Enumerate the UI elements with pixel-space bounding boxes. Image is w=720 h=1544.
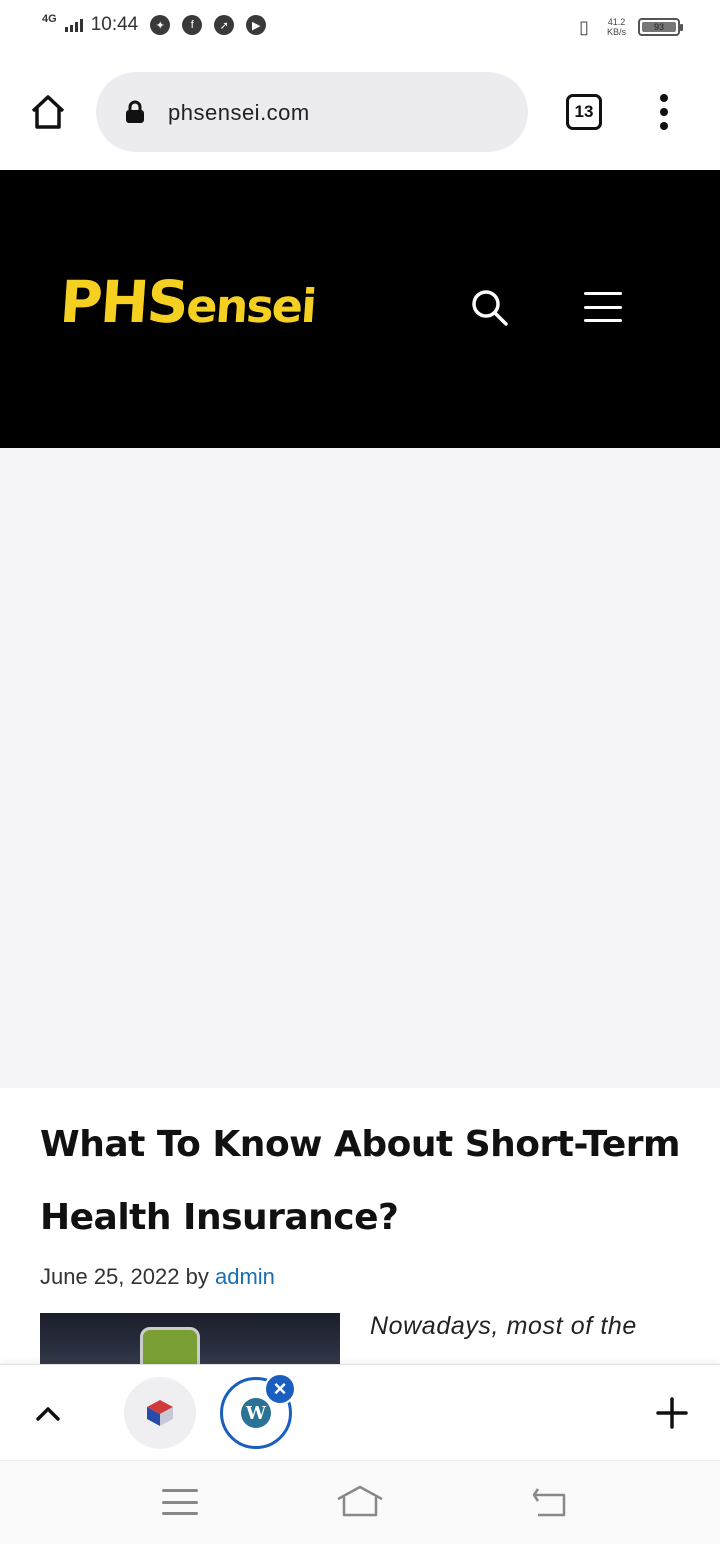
article-title[interactable]: What To Know About Short-Term Health Ins… <box>40 1108 690 1254</box>
messenger-icon: ✦ <box>150 15 171 35</box>
site-search-button[interactable] <box>468 286 510 328</box>
site-logo[interactable]: PHSensei <box>58 268 318 336</box>
search-icon <box>472 290 508 326</box>
tab-thumbnail-1[interactable] <box>124 1377 196 1449</box>
status-right: ▯ 41.2 KB/s 93 <box>573 16 683 38</box>
logo-tail: ensei <box>184 279 317 333</box>
recent-apps-button[interactable] <box>162 1489 198 1515</box>
battery-level: 93 <box>642 22 676 32</box>
tab-strip: W × <box>0 1364 720 1460</box>
logo-main: PHS <box>57 268 190 336</box>
article-date: June 25, 2022 <box>40 1264 180 1289</box>
menu-line <box>162 1489 198 1492</box>
dot-icon <box>660 122 668 130</box>
author-link[interactable]: admin <box>215 1264 275 1289</box>
browser-screen: 4G 10:44 ✦ f ➚ ▶ ▯ 41.2 KB/s 93 phsensei… <box>0 0 720 1544</box>
ad-placeholder <box>0 448 720 1088</box>
youtube-icon: ▶ <box>246 15 267 35</box>
dot-icon <box>660 108 668 116</box>
facebook-icon: f <box>182 15 203 35</box>
menu-line <box>162 1500 198 1504</box>
clock: 10:44 <box>90 14 139 35</box>
menu-line <box>162 1512 198 1515</box>
url-text: phsensei.com <box>168 100 310 125</box>
site-header: PHSensei <box>0 170 720 448</box>
home-button[interactable] <box>28 92 68 132</box>
dot-icon <box>660 94 668 102</box>
vibrate-icon: ▯ <box>579 17 589 37</box>
lock-icon <box>126 100 144 123</box>
article-thumbnail[interactable] <box>40 1313 340 1364</box>
speed-unit: KB/s <box>606 27 626 37</box>
new-tab-icon[interactable] <box>652 1393 692 1433</box>
wordpress-icon: W <box>241 1398 271 1428</box>
tab-switcher-button[interactable]: 13 <box>566 94 602 130</box>
signal-icon <box>64 18 83 32</box>
overflow-menu-button[interactable] <box>654 94 674 130</box>
compass-icon: ➚ <box>214 15 235 35</box>
hamburger-line <box>584 305 622 309</box>
article-excerpt: Nowadays, most of the <box>370 1312 637 1340</box>
browser-toolbar: phsensei.com 13 <box>0 60 720 170</box>
battery-icon: 93 <box>638 18 683 36</box>
hamburger-line <box>584 292 622 295</box>
cube-logo-icon <box>147 1400 173 1426</box>
network-type: 4G <box>42 13 57 25</box>
home-icon <box>31 95 65 129</box>
address-bar[interactable]: phsensei.com <box>96 72 528 152</box>
status-left: 4G 10:44 ✦ f ➚ ▶ <box>42 13 267 36</box>
thumbnail-graphic <box>140 1327 200 1364</box>
article-by: by <box>185 1264 209 1289</box>
status-bar: 4G 10:44 ✦ f ➚ ▶ ▯ 41.2 KB/s 93 <box>0 0 720 60</box>
speed-value: 41.2 <box>607 17 626 27</box>
site-menu-button[interactable] <box>584 292 622 322</box>
network-speed: 41.2 KB/s <box>607 17 626 37</box>
nav-home-icon[interactable] <box>334 1483 386 1519</box>
close-tab-button[interactable]: × <box>264 1373 296 1405</box>
hamburger-line <box>584 319 622 322</box>
system-nav-bar <box>0 1460 720 1544</box>
chevron-up-icon[interactable] <box>34 1399 62 1427</box>
nav-back-icon[interactable] <box>530 1485 570 1519</box>
article-card: What To Know About Short-Term Health Ins… <box>0 1088 720 1364</box>
article-meta: June 25, 2022 by admin <box>40 1264 275 1290</box>
